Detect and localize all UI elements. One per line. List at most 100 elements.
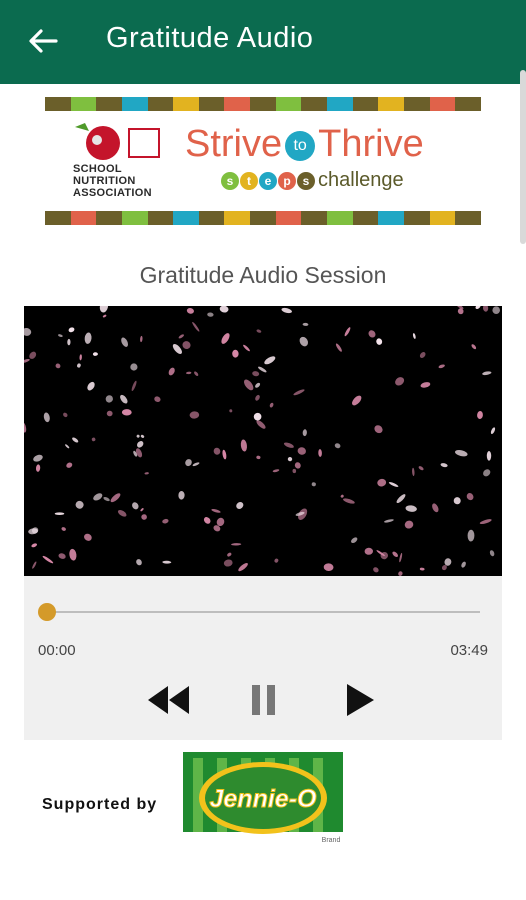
petal: [297, 447, 306, 455]
current-time: 00:00: [38, 642, 76, 659]
petal: [302, 322, 309, 326]
scrollbar[interactable]: [520, 70, 526, 244]
petal: [203, 517, 211, 524]
petal: [256, 420, 266, 429]
petal: [84, 332, 92, 344]
petal: [293, 389, 305, 396]
petal: [87, 381, 95, 391]
rewind-icon[interactable]: [146, 678, 192, 722]
petal: [172, 344, 182, 354]
petal: [412, 333, 416, 339]
playback-controls: [24, 678, 502, 722]
petal: [136, 559, 142, 566]
petal: [186, 308, 194, 314]
petal: [419, 567, 425, 571]
petal: [140, 434, 145, 438]
petal: [398, 571, 403, 576]
petal: [373, 567, 379, 573]
seek-thumb[interactable]: [38, 603, 56, 621]
petal: [299, 336, 309, 347]
rewind-button[interactable]: [146, 678, 192, 722]
to-badge: to: [285, 130, 316, 161]
petal: [490, 427, 496, 435]
apple-icon: [75, 123, 160, 160]
petal: [106, 410, 113, 417]
petal: [117, 509, 127, 517]
petal: [453, 497, 461, 505]
sna-line-1: SCHOOL: [73, 163, 122, 175]
petal: [35, 464, 41, 472]
petal: [42, 555, 54, 564]
petal: [192, 321, 200, 332]
petal: [99, 306, 108, 313]
petal: [31, 543, 38, 548]
arrow-left-icon[interactable]: [26, 24, 60, 58]
petal: [189, 411, 200, 419]
petal: [68, 327, 75, 333]
pause-button[interactable]: [250, 678, 278, 722]
petal: [185, 459, 192, 467]
petal: [105, 395, 113, 403]
petal: [392, 551, 399, 558]
petal: [352, 395, 362, 406]
petal: [137, 441, 144, 448]
play-button[interactable]: [344, 678, 376, 722]
petal: [69, 548, 77, 561]
petals-video[interactable]: [24, 306, 502, 576]
petal: [404, 520, 414, 529]
petal: [364, 547, 373, 555]
jennie-o-logo: Jennie-O Brand: [183, 752, 348, 844]
petal: [67, 338, 71, 346]
petal: [318, 449, 322, 457]
petal: [467, 529, 475, 542]
petal: [274, 558, 279, 563]
petal: [207, 312, 214, 317]
audio-player: 00:00 03:49: [24, 306, 502, 740]
petal: [178, 491, 185, 500]
petal: [103, 497, 110, 502]
petal: [455, 450, 468, 457]
step-letter: e: [259, 171, 277, 190]
petal: [419, 352, 426, 358]
petal: [252, 371, 260, 377]
petal: [77, 363, 81, 368]
seek-track[interactable]: [46, 611, 480, 613]
petal: [168, 367, 175, 376]
petal: [221, 333, 230, 344]
play-icon[interactable]: [344, 678, 376, 722]
petal: [24, 422, 27, 433]
petal: [186, 371, 192, 375]
back-arrow-icon[interactable]: [26, 24, 60, 58]
petal: [395, 377, 405, 386]
petal: [33, 454, 43, 462]
session-title: Gratitude Audio Session: [139, 262, 387, 288]
petal: [335, 343, 342, 352]
petal: [121, 337, 129, 347]
petal: [120, 394, 128, 404]
petal: [264, 356, 276, 365]
supported-by-label: Supported by: [42, 796, 158, 813]
petal: [238, 563, 248, 572]
petal: [162, 518, 169, 524]
petal: [377, 478, 387, 487]
petal: [92, 352, 98, 356]
petal: [32, 561, 37, 569]
strive-to-thrive-banner: SCHOOL NUTRITION ASSOCIATION Strive to Thr…: [45, 97, 481, 227]
petal: [302, 429, 307, 437]
petal: [269, 402, 274, 408]
pause-icon[interactable]: [250, 678, 278, 722]
petal: [182, 341, 191, 350]
petal: [343, 498, 355, 504]
petal: [368, 330, 376, 338]
petal: [479, 519, 492, 525]
petal: [482, 306, 489, 312]
sna-wordmark: SCHOOL NUTRITION ASSOCIATION: [73, 163, 152, 199]
petal: [376, 338, 383, 345]
petal: [432, 503, 439, 513]
petal: [486, 451, 492, 461]
challenge-word: challenge: [318, 169, 404, 191]
petal: [141, 514, 147, 520]
petal: [54, 512, 65, 515]
petal: [334, 443, 341, 449]
petal: [418, 466, 424, 471]
